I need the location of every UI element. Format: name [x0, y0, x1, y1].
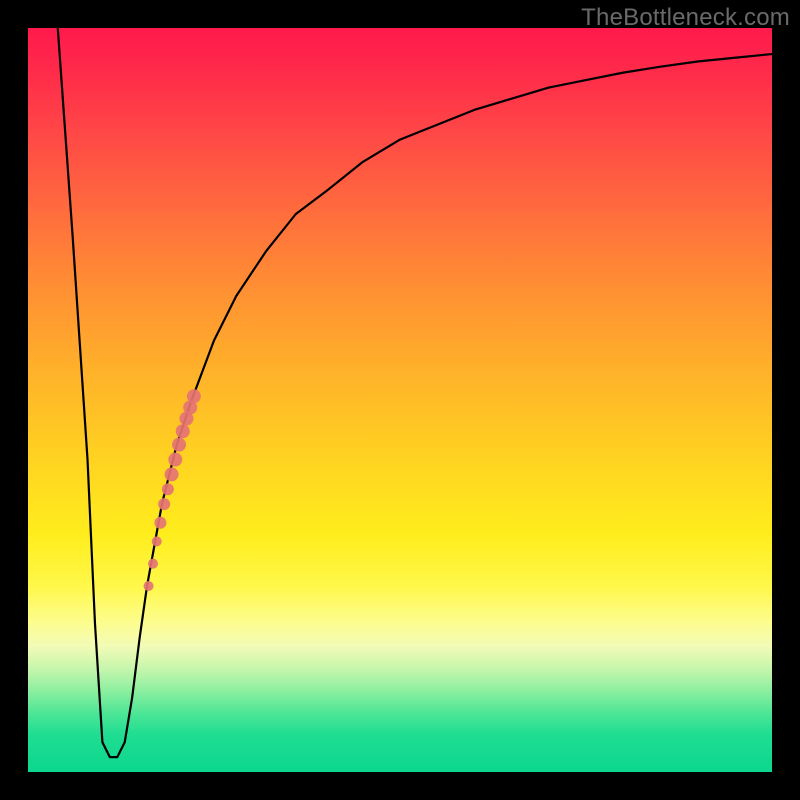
marker-dot: [183, 400, 197, 414]
bottleneck-curve-path: [58, 28, 772, 757]
marker-dot: [152, 536, 162, 546]
marker-dot: [187, 389, 201, 403]
marker-dot: [168, 453, 182, 467]
marker-dot: [179, 412, 193, 426]
chart-frame: TheBottleneck.com: [0, 0, 800, 800]
marker-dot: [154, 517, 166, 529]
plot-area: [28, 28, 772, 772]
marker-dot: [158, 498, 170, 510]
chart-svg: [28, 28, 772, 772]
highlighted-range-markers: [144, 389, 201, 591]
marker-dot: [165, 467, 179, 481]
marker-dot: [144, 581, 154, 591]
marker-dot: [172, 438, 186, 452]
marker-dot: [148, 559, 158, 569]
marker-dot: [176, 424, 190, 438]
marker-dot: [162, 483, 174, 495]
